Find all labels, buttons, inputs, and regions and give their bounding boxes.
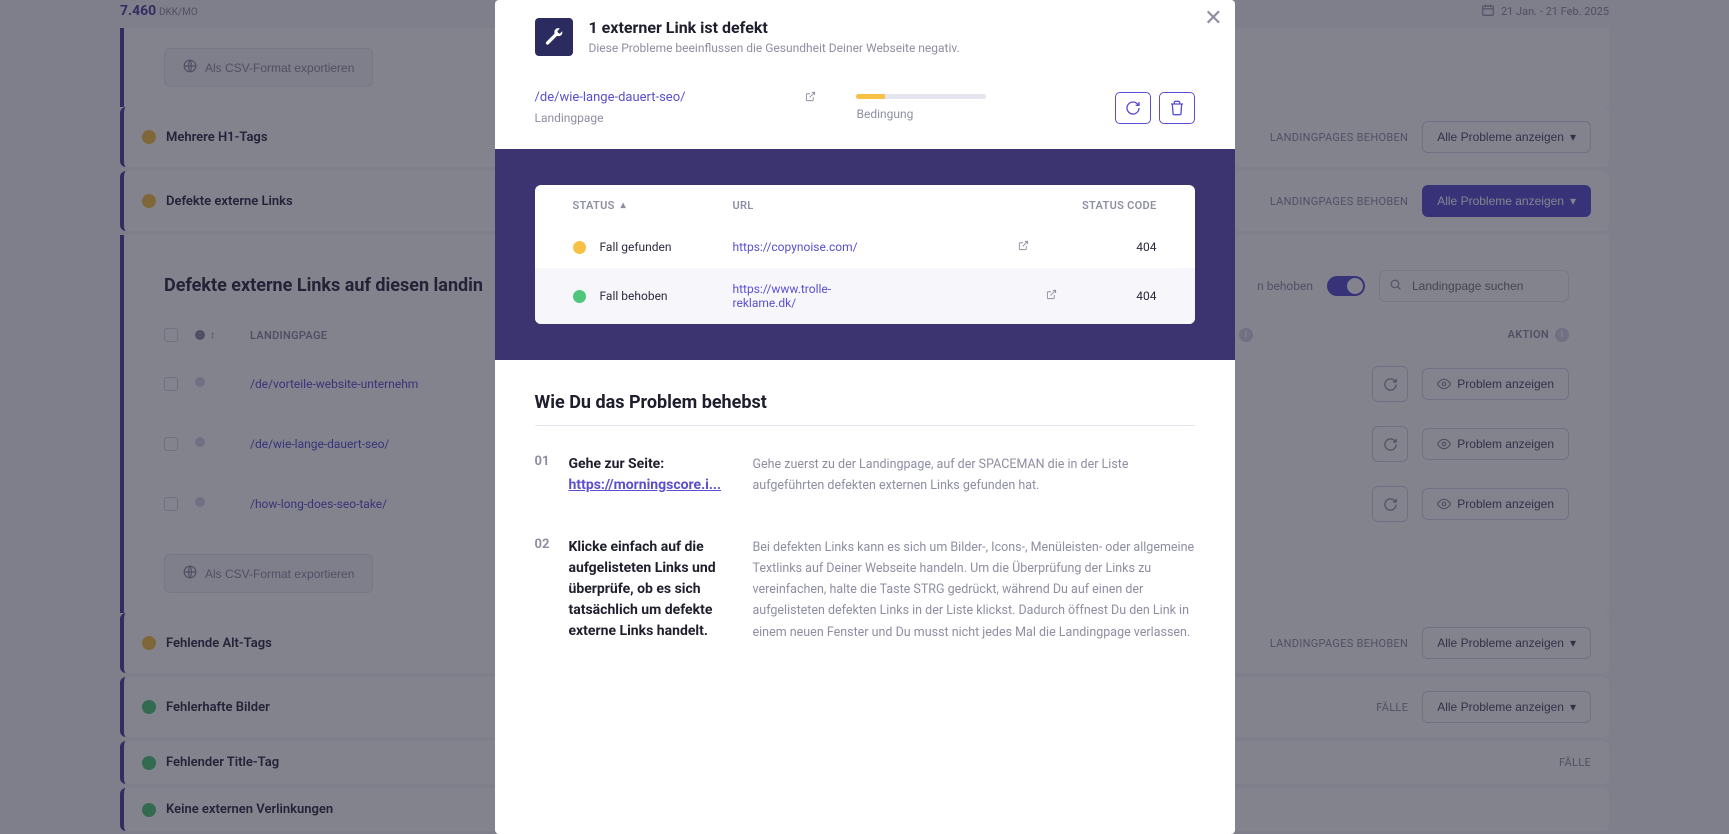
- refresh-button[interactable]: [1115, 92, 1151, 124]
- step-prefix: Gehe zur Seite:: [569, 456, 665, 472]
- condition-progress: [856, 94, 986, 99]
- status-text: Fall gefunden: [600, 240, 672, 254]
- issue-detail-modal: ✕ 1 externer Link ist defekt Diese Probl…: [495, 0, 1235, 834]
- modal-title: 1 externer Link ist defekt: [589, 18, 960, 37]
- step-link[interactable]: https://morningscore.i...: [569, 477, 722, 493]
- progress-fill: [856, 94, 885, 99]
- status-code: 404: [1057, 240, 1157, 254]
- page-link-text: /de/wie-lange-dauert-seo/: [535, 90, 686, 105]
- table-header-row: STATUS ▴ URL STATUS CODE: [535, 185, 1195, 226]
- page-label: Landingpage: [535, 111, 817, 125]
- url-text: https://www.trolle-reklame.dk/: [733, 282, 886, 310]
- step-description: Bei defekten Links kann es sich um Bilde…: [753, 537, 1195, 643]
- page-link[interactable]: /de/wie-lange-dauert-seo/: [535, 90, 817, 105]
- th-status-code[interactable]: STATUS CODE: [1057, 199, 1157, 212]
- th-status-label: STATUS: [573, 199, 615, 212]
- link-url[interactable]: https://copynoise.com/: [733, 240, 1057, 254]
- modal-table-section: STATUS ▴ URL STATUS CODE Fall gefunden h…: [495, 149, 1235, 360]
- step-heading: Klicke einfach auf die aufgelisteten Lin…: [569, 537, 739, 643]
- modal-header: 1 externer Link ist defekt Diese Problem…: [495, 0, 1235, 76]
- url-text: https://copynoise.com/: [733, 240, 858, 254]
- status-ok-icon: [573, 290, 586, 303]
- status-warn-icon: [573, 241, 586, 254]
- sort-asc-icon: ▴: [621, 200, 626, 211]
- step-heading: Gehe zur Seite: https://morningscore.i..…: [569, 454, 739, 497]
- status-code: 404: [1057, 289, 1157, 303]
- howto-step: 01 Gehe zur Seite: https://morningscore.…: [535, 454, 1195, 497]
- th-url[interactable]: URL: [733, 199, 1057, 212]
- modal-subtitle: Diese Probleme beeinflussen die Gesundhe…: [589, 41, 960, 55]
- link-url[interactable]: https://www.trolle-reklame.dk/: [733, 282, 1057, 310]
- links-table: STATUS ▴ URL STATUS CODE Fall gefunden h…: [535, 185, 1195, 324]
- external-link-icon: [1046, 289, 1057, 303]
- condition-label: Bedingung: [856, 107, 1074, 121]
- close-icon[interactable]: ✕: [1204, 6, 1222, 31]
- modal-meta-row: /de/wie-lange-dauert-seo/ Landingpage Be…: [495, 76, 1235, 149]
- table-row: Fall behoben https://www.trolle-reklame.…: [535, 268, 1195, 324]
- external-link-icon: [1018, 240, 1029, 254]
- th-status[interactable]: STATUS ▴: [573, 199, 733, 212]
- step-number: 02: [535, 537, 555, 643]
- status-text: Fall behoben: [600, 289, 668, 303]
- external-link-icon: [805, 91, 816, 105]
- howto-section: Wie Du das Problem behebst 01 Gehe zur S…: [495, 360, 1235, 715]
- delete-button[interactable]: [1159, 92, 1195, 124]
- table-row: Fall gefunden https://copynoise.com/ 404: [535, 226, 1195, 268]
- howto-title: Wie Du das Problem behebst: [535, 392, 1195, 413]
- step-number: 01: [535, 454, 555, 497]
- howto-step: 02 Klicke einfach auf die aufgelisteten …: [535, 537, 1195, 643]
- divider: [535, 425, 1195, 426]
- wrench-icon: [535, 18, 573, 56]
- step-description: Gehe zuerst zu der Landingpage, auf der …: [753, 454, 1195, 497]
